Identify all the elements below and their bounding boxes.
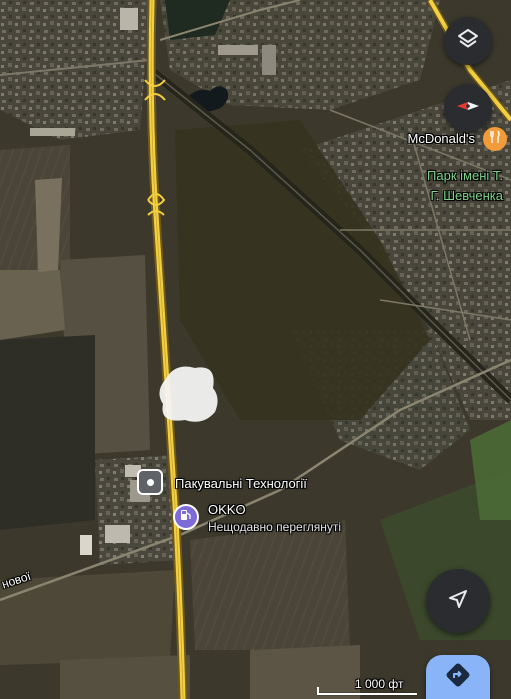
scale-label: 1 000 фт bbox=[355, 677, 404, 691]
directions-button[interactable] bbox=[426, 655, 490, 699]
building-1 bbox=[120, 8, 138, 30]
navigation-arrow-icon bbox=[446, 587, 470, 616]
pakuvalni-label[interactable]: Пакувальні Технології bbox=[175, 476, 307, 491]
okko-label[interactable]: OKKO bbox=[208, 502, 246, 517]
field-light-strip bbox=[35, 178, 62, 272]
park-label-line2[interactable]: Г. Шевченка bbox=[430, 188, 503, 203]
okko-subtitle: Нещодавно переглянуті bbox=[208, 520, 342, 534]
building-6 bbox=[105, 525, 130, 543]
fork-knife-icon bbox=[488, 130, 502, 149]
building-8 bbox=[30, 128, 75, 136]
business-pin[interactable] bbox=[137, 469, 163, 495]
scale-bar: 1 000 фт bbox=[317, 676, 417, 699]
compass-icon bbox=[453, 91, 483, 126]
fuel-pin[interactable] bbox=[173, 504, 199, 530]
my-location-button[interactable] bbox=[426, 569, 490, 633]
compass-button[interactable] bbox=[444, 84, 492, 132]
restaurant-pin[interactable] bbox=[483, 127, 507, 151]
scale-tick-left bbox=[317, 687, 319, 695]
dot-icon bbox=[146, 478, 154, 486]
building-2 bbox=[218, 45, 258, 55]
field-west-light bbox=[0, 270, 65, 340]
layers-icon bbox=[456, 27, 480, 56]
park-label-line1[interactable]: Парк імені Т. bbox=[427, 168, 503, 183]
field-south-center bbox=[190, 520, 350, 650]
gas-station-icon bbox=[179, 508, 193, 527]
scale-line bbox=[317, 693, 417, 695]
layers-button[interactable] bbox=[444, 17, 492, 65]
field-southwest bbox=[0, 335, 95, 530]
directions-icon bbox=[444, 661, 472, 694]
mcdonalds-label[interactable]: McDonald's bbox=[407, 131, 475, 146]
field-bottom bbox=[60, 655, 190, 699]
building-3 bbox=[262, 45, 276, 75]
building-5 bbox=[80, 535, 92, 555]
